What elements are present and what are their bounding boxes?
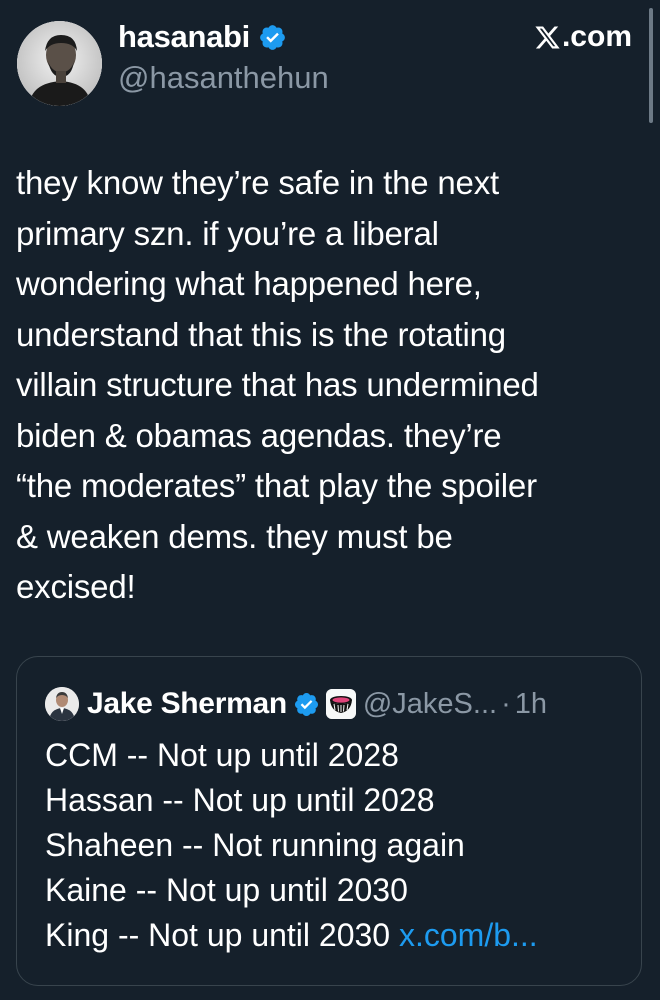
quoted-tweet-link[interactable]: x.com/b... bbox=[399, 917, 538, 953]
quoted-timestamp[interactable]: 1h bbox=[515, 688, 547, 721]
quoted-tweet-text: CCM -- Not up until 2028 Hassan -- Not u… bbox=[45, 733, 635, 958]
quoted-line: Kaine -- Not up until 2030 bbox=[45, 872, 408, 908]
quoted-tweet-card[interactable]: Jake Sherman @JakeS... · 1h CCM -- Not u… bbox=[16, 656, 642, 986]
verified-badge-icon bbox=[260, 24, 285, 50]
quoted-line: Hassan -- Not up until 2028 bbox=[45, 782, 435, 818]
quoted-verified-badge-icon bbox=[294, 692, 318, 716]
quoted-line-last: King -- Not up until 2030 x.com/b... bbox=[45, 913, 635, 958]
quoted-line: CCM -- Not up until 2028 bbox=[45, 737, 399, 773]
quoted-author-name[interactable]: Jake Sherman bbox=[87, 687, 287, 721]
author-name-row: hasanabi bbox=[118, 16, 287, 58]
punchbowl-logo-icon bbox=[325, 689, 356, 719]
site-label[interactable]: .com bbox=[534, 17, 632, 57]
quoted-author-handle[interactable]: @JakeS... bbox=[363, 688, 497, 721]
quoted-author-avatar[interactable] bbox=[45, 687, 79, 721]
tweet-text: they know they’re safe in the next prima… bbox=[16, 164, 539, 605]
quoted-line: Shaheen -- Not running again bbox=[45, 827, 465, 863]
quoted-avatar-image bbox=[45, 687, 79, 721]
author-display-name[interactable]: hasanabi bbox=[118, 19, 250, 55]
x-logo-icon bbox=[535, 26, 560, 48]
tweet-header: hasanabi @hasanthehun .com bbox=[0, 0, 660, 130]
author-handle[interactable]: @hasanthehun bbox=[118, 60, 329, 96]
author-avatar-image bbox=[17, 21, 102, 106]
quoted-separator: · bbox=[501, 687, 511, 720]
author-avatar[interactable] bbox=[17, 21, 102, 106]
quoted-line-text: King -- Not up until 2030 bbox=[45, 917, 399, 953]
site-domain: .com bbox=[561, 20, 632, 53]
quoted-tweet-header: Jake Sherman @JakeS... · 1h bbox=[45, 685, 547, 723]
